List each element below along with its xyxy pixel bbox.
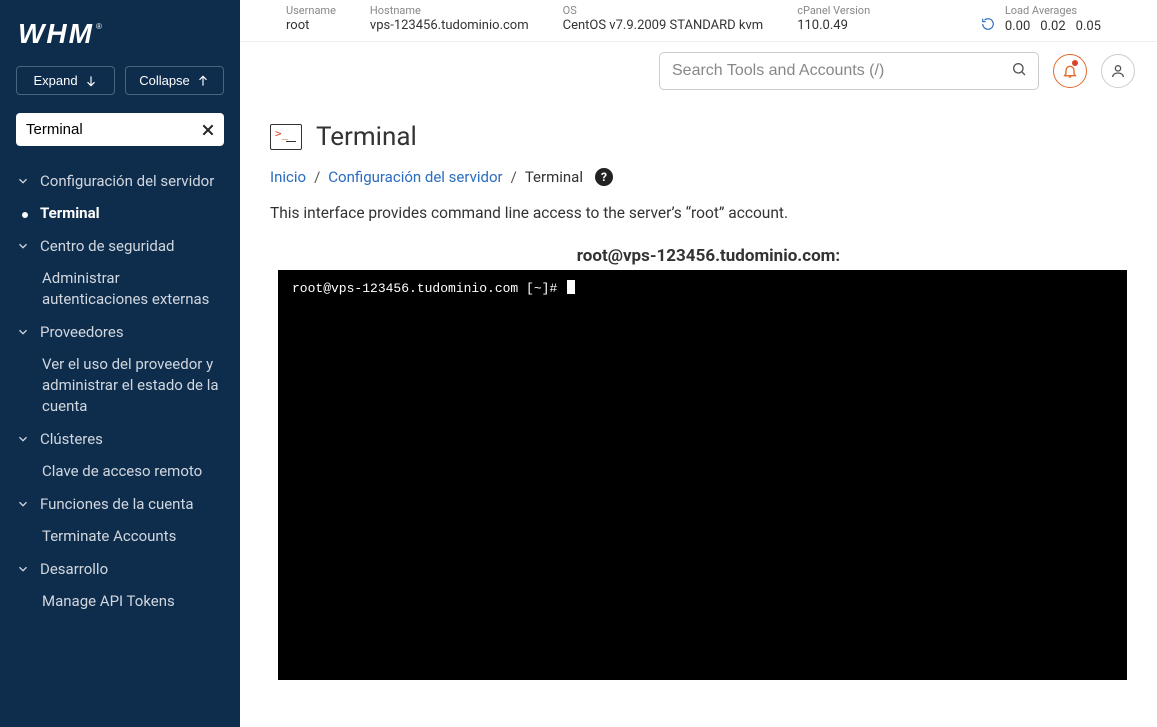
sidebar-group-security[interactable]: Centro de seguridad	[0, 229, 240, 263]
global-search-input[interactable]	[659, 52, 1039, 90]
cpanel-value: 110.0.49	[797, 17, 870, 35]
toolbar	[240, 42, 1157, 100]
load-15m: 0.05	[1076, 19, 1101, 34]
expand-button[interactable]: Expand	[16, 66, 115, 95]
arrow-down-icon	[84, 74, 98, 88]
hostname-label: Hostname	[370, 4, 529, 17]
sidebar-group-account-fn[interactable]: Funciones de la cuenta	[0, 487, 240, 521]
sidebar-item-terminate[interactable]: Terminate Accounts	[0, 521, 240, 552]
sidebar-group-server-config[interactable]: Configuración del servidor	[0, 164, 240, 198]
crumb-leaf: Terminal	[525, 168, 583, 186]
reload-icon[interactable]	[981, 17, 995, 35]
sidebar-group-clusters[interactable]: Clústeres	[0, 422, 240, 456]
load-label: Load Averages	[981, 4, 1101, 17]
chevron-down-icon	[16, 497, 30, 511]
user-icon	[1110, 63, 1126, 79]
sidebar-item-provider-usage[interactable]: Ver el uso del proveedor y administrar e…	[0, 349, 240, 422]
os-value: CentOS v7.9.2009 STANDARD kvm	[563, 17, 764, 35]
logo: WHM	[18, 18, 102, 50]
cursor-icon	[567, 280, 575, 294]
terminal-host-label: root@vps-123456.tudominio.com:	[290, 246, 1127, 266]
bullet-icon	[22, 212, 28, 218]
sidebar-search-input[interactable]	[16, 113, 224, 146]
breadcrumb: Inicio / Configuración del servidor / Te…	[270, 168, 1127, 186]
sidebar-group-providers[interactable]: Proveedores	[0, 315, 240, 349]
sidebar-item-terminal[interactable]: Terminal	[0, 198, 240, 229]
load-1m: 0.00	[1005, 19, 1030, 34]
chevron-down-icon	[16, 562, 30, 576]
arrow-up-icon	[196, 74, 210, 88]
cpanel-label: cPanel Version	[797, 4, 870, 17]
sidebar-nav: Configuración del servidor Terminal Cent…	[0, 160, 240, 637]
page-description: This interface provides command line acc…	[270, 204, 1127, 222]
crumb-home[interactable]: Inicio	[270, 168, 306, 186]
help-icon[interactable]: ?	[595, 168, 613, 186]
chevron-down-icon	[16, 239, 30, 253]
crumb-section[interactable]: Configuración del servidor	[328, 168, 502, 186]
load-5m: 0.02	[1040, 19, 1065, 34]
terminal-icon: >_	[270, 124, 302, 150]
sidebar-item-remote-key[interactable]: Clave de acceso remoto	[0, 456, 240, 487]
username-value: root	[286, 17, 336, 35]
page-title: Terminal	[316, 122, 417, 152]
chevron-down-icon	[16, 432, 30, 446]
terminal-window[interactable]: root@vps-123456.tudominio.com [~]#	[278, 270, 1127, 680]
sidebar-group-dev[interactable]: Desarrollo	[0, 552, 240, 586]
collapse-button[interactable]: Collapse	[125, 66, 224, 95]
info-bar: Username root Hostname vps-123456.tudomi…	[240, 0, 1157, 42]
sidebar-item-auth[interactable]: Administrar autenticaciones externas	[0, 263, 240, 315]
os-label: OS	[563, 4, 764, 17]
notifications-button[interactable]	[1053, 54, 1087, 88]
hostname-value: vps-123456.tudominio.com	[370, 17, 529, 35]
clear-search-icon[interactable]	[200, 122, 216, 142]
search-icon[interactable]	[1011, 61, 1027, 81]
chevron-down-icon	[16, 325, 30, 339]
sidebar: WHM Expand Collapse Configuraci	[0, 0, 240, 727]
chevron-down-icon	[16, 174, 30, 188]
username-label: Username	[286, 4, 336, 17]
account-button[interactable]	[1101, 54, 1135, 88]
sidebar-item-api-tokens[interactable]: Manage API Tokens	[0, 586, 240, 617]
